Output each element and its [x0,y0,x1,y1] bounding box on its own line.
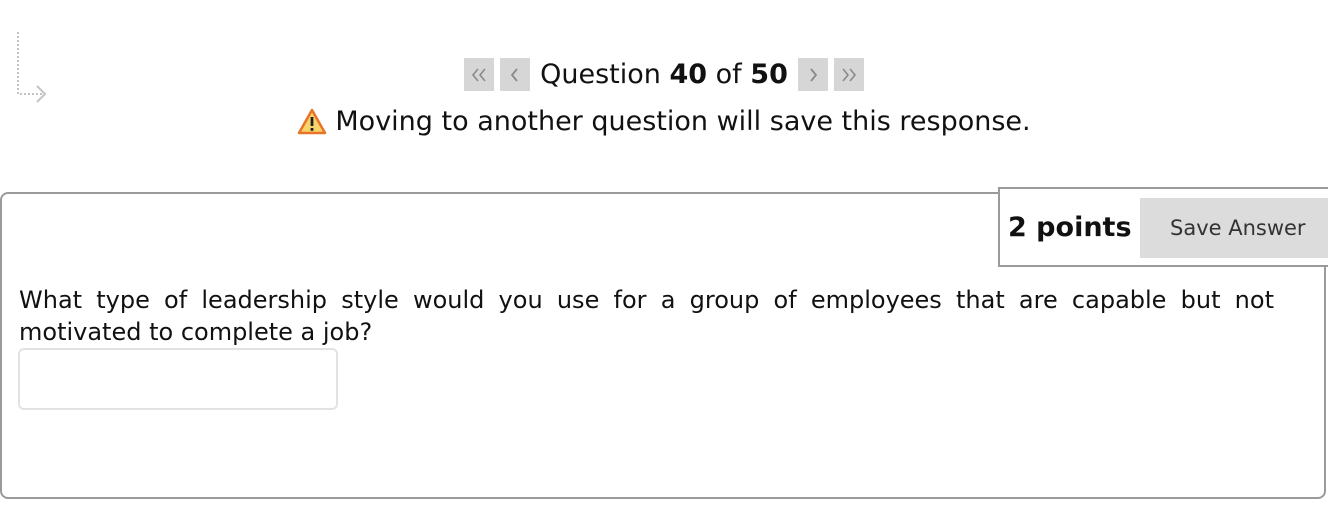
last-question-button[interactable] [833,58,864,91]
warning-triangle-icon [298,108,327,134]
warning-text: Moving to another question will save thi… [335,106,1031,137]
points-box: 2 points Save Answer [998,187,1328,267]
question-label: Question [540,59,661,90]
double-chevron-left-icon [472,67,486,82]
question-counter: Question 40 of 50 [540,59,788,90]
question-prompt: What type of leadership style would you … [19,286,1274,346]
answer-input[interactable] [18,348,338,410]
double-chevron-right-icon [842,67,856,82]
save-answer-button[interactable]: Save Answer [1140,198,1328,258]
first-question-button[interactable] [464,58,495,91]
current-question-number: 40 [669,59,708,90]
save-warning: Moving to another question will save thi… [0,106,1328,137]
points-label: 2 points [1008,211,1132,243]
next-question-button[interactable] [797,58,828,91]
question-navigation: Question 40 of 50 [0,58,1328,91]
total-questions-number: 50 [750,59,788,90]
chevron-right-icon [810,67,818,82]
of-label: of [715,59,742,90]
chevron-left-icon [510,67,518,82]
quiz-page: Question 40 of 50 Moving to another ques… [0,0,1328,522]
previous-question-button[interactable] [500,58,531,91]
